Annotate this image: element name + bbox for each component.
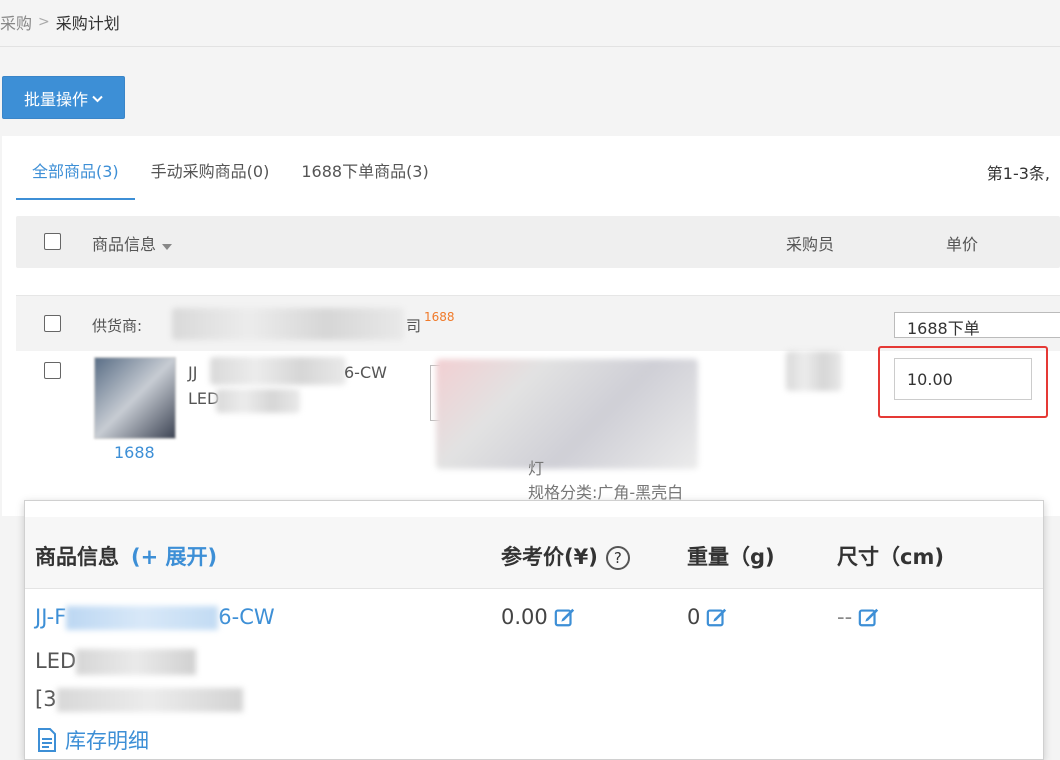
- size-cell: --: [837, 605, 880, 629]
- source-1688-link[interactable]: 1688: [114, 443, 155, 462]
- popup-sku-link[interactable]: JJ-F 6-CW: [35, 605, 275, 630]
- edit-icon[interactable]: [554, 606, 576, 628]
- popup-header: 商品信息 (+ 展开) 参考价(¥)? 重量（g) 尺寸（cm): [25, 517, 1043, 589]
- chevron-down-icon: [92, 95, 103, 102]
- breadcrumb: 采购 > 采购计划: [0, 10, 120, 34]
- sku-prefix: JJ: [188, 363, 198, 382]
- popup-header-weight: 重量（g): [687, 545, 775, 569]
- product-detail-popup: 商品信息 (+ 展开) 参考价(¥)? 重量（g) 尺寸（cm) JJ-F 6-CW…: [24, 500, 1044, 760]
- platform-tag: 1688: [424, 310, 455, 324]
- tab-1688-order[interactable]: 1688下单商品(3): [285, 148, 444, 200]
- edit-icon[interactable]: [858, 606, 880, 628]
- row-checkbox[interactable]: [44, 362, 61, 379]
- spec-image-redacted: [436, 359, 698, 469]
- header-buyer: 采购员: [786, 235, 835, 254]
- popup-sku-prefix: JJ-F: [35, 605, 67, 629]
- weight-value: 0: [687, 605, 701, 629]
- popup-header-size: 尺寸（cm): [837, 545, 944, 569]
- spec-partial: 灯: [528, 459, 545, 478]
- batch-operation-button[interactable]: 批量操作: [2, 76, 125, 119]
- sku-redacted: [210, 357, 346, 385]
- header-unit-price: 单价: [946, 235, 979, 254]
- supplier-group-row: 供货商: 司 1688 1688下单: [16, 295, 1060, 351]
- help-circle-icon[interactable]: ?: [605, 546, 630, 570]
- order-type-select[interactable]: 1688下单: [894, 312, 1060, 338]
- tab-all-products[interactable]: 全部商品(3): [16, 148, 135, 200]
- popup-code-prefix: [3: [35, 687, 57, 711]
- supplier-name-suffix: 司: [406, 317, 422, 335]
- sku-suffix: 6-CW: [344, 363, 387, 382]
- popup-name-redacted: [76, 649, 197, 675]
- group-checkbox[interactable]: [44, 315, 61, 332]
- weight-cell: 0: [687, 605, 728, 629]
- expand-link[interactable]: (+ 展开): [131, 545, 217, 569]
- select-all-checkbox[interactable]: [44, 233, 61, 250]
- popup-header-product-info: 商品信息 (+ 展开): [35, 541, 217, 571]
- buyer-redacted: [786, 351, 842, 391]
- size-value: --: [837, 605, 853, 629]
- document-icon: [38, 728, 56, 752]
- product-name-prefix: LED: [188, 389, 220, 408]
- breadcrumb-current: 采购计划: [55, 14, 120, 33]
- popup-code-redacted: [56, 688, 243, 712]
- popup-product-info-label: 商品信息: [35, 545, 119, 569]
- header-product-info[interactable]: 商品信息: [92, 231, 173, 255]
- ref-price-label: 参考价(¥): [501, 545, 598, 569]
- stock-detail-label: 库存明细: [65, 729, 149, 753]
- header-divider: [0, 46, 1060, 47]
- popup-product-code: [3: [35, 687, 243, 712]
- tab-manual-purchase[interactable]: 手动采购商品(0): [135, 148, 286, 200]
- tab-bar: 全部商品(3) 手动采购商品(0) 1688下单商品(3): [16, 148, 445, 200]
- product-name-redacted: [216, 389, 300, 413]
- batch-operation-label: 批量操作: [23, 91, 88, 109]
- breadcrumb-separator: >: [38, 14, 50, 30]
- product-thumbnail[interactable]: [94, 357, 176, 439]
- supplier-name-redacted: [172, 308, 404, 340]
- caret-down-icon: [162, 244, 173, 250]
- ref-price-cell: 0.00: [501, 605, 576, 629]
- unit-price-input[interactable]: [894, 358, 1032, 400]
- table-header: 商品信息 采购员 单价: [16, 216, 1060, 268]
- breadcrumb-parent[interactable]: 采购: [0, 10, 32, 34]
- popup-sku-suffix: 6-CW: [218, 605, 275, 629]
- popup-sku-redacted: [66, 606, 219, 630]
- header-product-info-label: 商品信息: [92, 235, 157, 254]
- stock-detail-link[interactable]: 库存明细: [37, 725, 149, 755]
- popup-header-ref-price: 参考价(¥)?: [501, 541, 630, 571]
- popup-product-name: LED: [35, 649, 197, 675]
- popup-name-prefix: LED: [35, 649, 77, 673]
- edit-icon[interactable]: [706, 606, 728, 628]
- pagination-info: 第1-3条,: [986, 164, 1050, 183]
- supplier-label: 供货商:: [92, 317, 143, 335]
- ref-price-value: 0.00: [501, 605, 548, 629]
